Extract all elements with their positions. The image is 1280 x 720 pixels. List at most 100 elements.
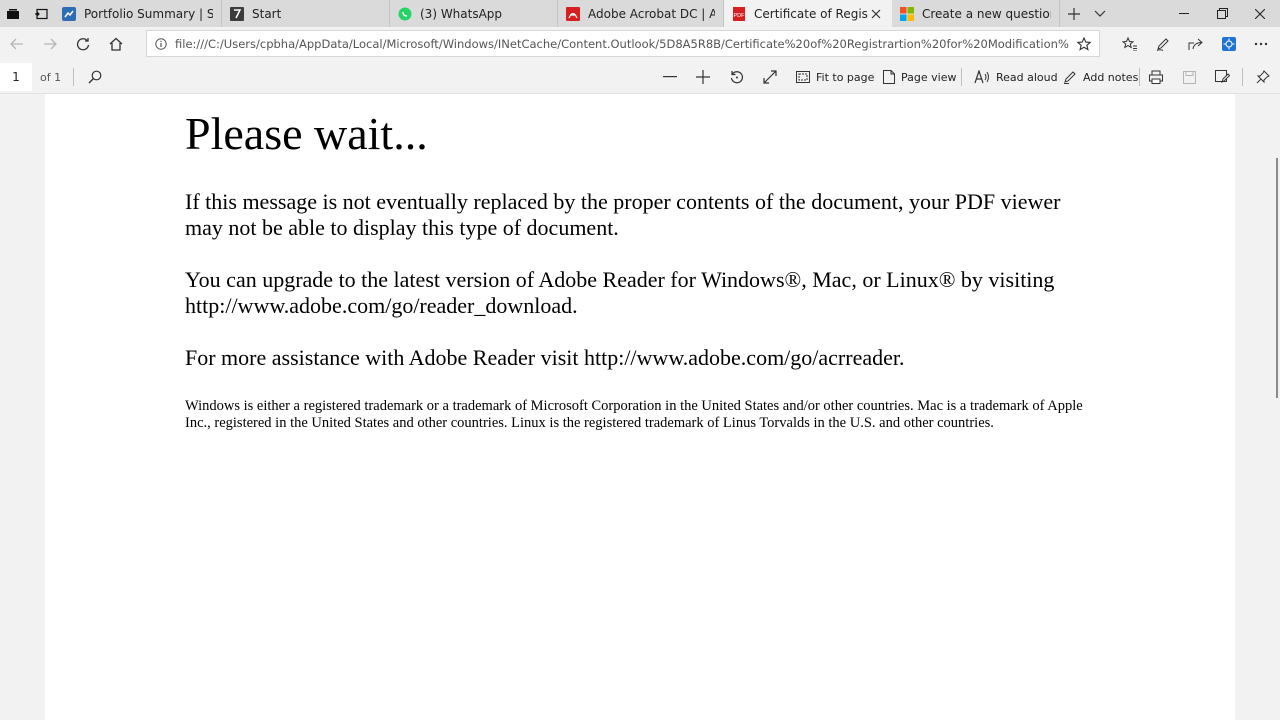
pen-icon — [1064, 71, 1076, 84]
print-icon — [1149, 70, 1163, 84]
save-as-button[interactable] — [1211, 63, 1233, 91]
chevron-down-icon — [1094, 10, 1106, 17]
tab-adobe-acrobat[interactable]: Adobe Acrobat DC | Adobe — [558, 0, 724, 27]
tab-preview-button[interactable] — [0, 0, 26, 27]
url-text[interactable]: file:///C:/Users/cpbha/AppData/Local/Mic… — [175, 37, 1069, 51]
set-aside-tabs-button[interactable] — [28, 0, 54, 27]
toolbar-divider — [1242, 68, 1243, 86]
toolbar-divider — [1139, 68, 1140, 86]
close-window-button[interactable] — [1241, 0, 1279, 27]
rotate-icon — [730, 71, 744, 84]
full-screen-button[interactable] — [759, 63, 781, 91]
tabs-aside-icon — [7, 8, 19, 19]
tab-create-question[interactable]: Create a new question or st — [892, 0, 1060, 27]
tab-label: Create a new question or st — [922, 6, 1051, 21]
minimize-button[interactable] — [1165, 0, 1203, 27]
assistance-paragraph: For more assistance with Adobe Reader vi… — [185, 345, 905, 370]
minus-icon — [663, 76, 677, 78]
zoom-in-button[interactable] — [692, 63, 714, 91]
pdf-page: Please wait... If this message is not ev… — [45, 94, 1235, 720]
svg-text:PDF: PDF — [734, 13, 746, 19]
page-heading: Please wait... — [185, 108, 428, 159]
extension-icon — [1222, 36, 1236, 51]
refresh-icon — [76, 37, 90, 50]
star-icon — [1077, 36, 1091, 51]
pdf-toolbar: 1 of 1 Fit to page Page view Read aloud … — [0, 60, 1280, 94]
adobe-icon — [566, 6, 580, 21]
read-aloud-button[interactable]: Read aloud — [974, 63, 1058, 91]
tab-strip: Portfolio Summary | Stock P Start (3) Wh… — [0, 0, 1280, 27]
back-button[interactable] — [2, 30, 32, 57]
tab-label: Start — [252, 6, 282, 21]
more-settings-button[interactable] — [1246, 30, 1276, 57]
page-count: of 1 — [40, 70, 62, 84]
fit-to-page-button[interactable]: Fit to page — [796, 63, 874, 91]
extension-button[interactable] — [1214, 30, 1244, 57]
add-notes-label: Add notes — [1083, 70, 1139, 84]
new-tab-button[interactable] — [1061, 0, 1087, 27]
home-icon — [109, 37, 123, 51]
toolbar-divider — [73, 68, 74, 86]
minimize-icon — [1179, 12, 1189, 14]
pdf-icon: PDF — [732, 6, 746, 21]
plus-icon — [696, 70, 710, 84]
favorites-hub-button[interactable] — [1115, 30, 1145, 57]
trademark-footnote: Windows is either a registered trademark… — [185, 398, 1083, 432]
microsoft-icon — [900, 6, 914, 21]
navigation-bar: file:///C:/Users/cpbha/AppData/Local/Mic… — [0, 27, 1280, 60]
fit-page-icon — [796, 71, 810, 83]
tab-label: Adobe Acrobat DC | Adobe — [588, 6, 715, 21]
address-bar[interactable]: file:///C:/Users/cpbha/AppData/Local/Mic… — [146, 30, 1100, 57]
page-view-label: Page view — [901, 70, 957, 84]
show-tab-previews-button[interactable] — [1087, 0, 1113, 27]
pin-icon — [1256, 70, 1270, 84]
read-aloud-icon — [974, 70, 989, 84]
search-icon — [88, 70, 102, 84]
share-button[interactable] — [1181, 30, 1211, 57]
favorites-list-icon — [1122, 36, 1137, 51]
save-icon — [1182, 70, 1196, 84]
toolbar-divider — [961, 68, 962, 86]
tab-certificate[interactable]: PDF Certificate of Registrati — [724, 0, 892, 27]
arrow-right-icon — [44, 38, 57, 49]
site-info-icon[interactable] — [147, 37, 175, 50]
plus-icon — [1068, 7, 1080, 20]
add-notes-button[interactable]: Add notes — [1063, 63, 1138, 91]
close-tab-button[interactable] — [868, 6, 884, 22]
zoom-out-button[interactable] — [659, 63, 681, 91]
search-button[interactable] — [84, 63, 106, 91]
upgrade-paragraph: You can upgrade to the latest version of… — [185, 267, 1055, 318]
save-as-icon — [1214, 70, 1230, 84]
page-view-icon — [883, 70, 895, 84]
portfolio-icon — [62, 6, 76, 21]
expand-icon — [763, 70, 777, 84]
home-button[interactable] — [101, 30, 131, 57]
tab-whatsapp[interactable]: (3) WhatsApp — [390, 0, 558, 27]
tab-strip-left-controls — [0, 0, 54, 27]
refresh-button[interactable] — [68, 30, 98, 57]
web-note-button[interactable] — [1148, 30, 1178, 57]
pin-toolbar-button[interactable] — [1252, 63, 1274, 91]
fit-to-page-label: Fit to page — [816, 70, 875, 84]
tab-label: (3) WhatsApp — [420, 6, 503, 21]
print-button[interactable] — [1145, 63, 1167, 91]
message-paragraph: If this message is not eventually replac… — [185, 189, 1061, 240]
tab-label: Portfolio Summary | Stock P — [84, 6, 213, 21]
tab-portfolio-summary[interactable]: Portfolio Summary | Stock P — [54, 0, 222, 27]
vertical-scrollbar[interactable] — [1270, 94, 1280, 720]
restore-button[interactable] — [1203, 0, 1241, 27]
tab-start[interactable]: Start — [222, 0, 390, 27]
forward-button[interactable] — [35, 30, 65, 57]
share-icon — [1188, 38, 1203, 50]
pen-icon — [1156, 37, 1169, 51]
scrollbar-thumb[interactable] — [1276, 158, 1278, 398]
page-number-input[interactable]: 1 — [0, 63, 32, 91]
page-view-button[interactable]: Page view — [883, 63, 956, 91]
more-icon — [1254, 42, 1268, 45]
close-icon — [871, 9, 881, 18]
whatsapp-icon — [398, 7, 412, 21]
favorite-button[interactable] — [1069, 36, 1099, 51]
read-aloud-label: Read aloud — [996, 70, 1058, 84]
save-button[interactable] — [1178, 63, 1200, 91]
rotate-button[interactable] — [726, 63, 748, 91]
